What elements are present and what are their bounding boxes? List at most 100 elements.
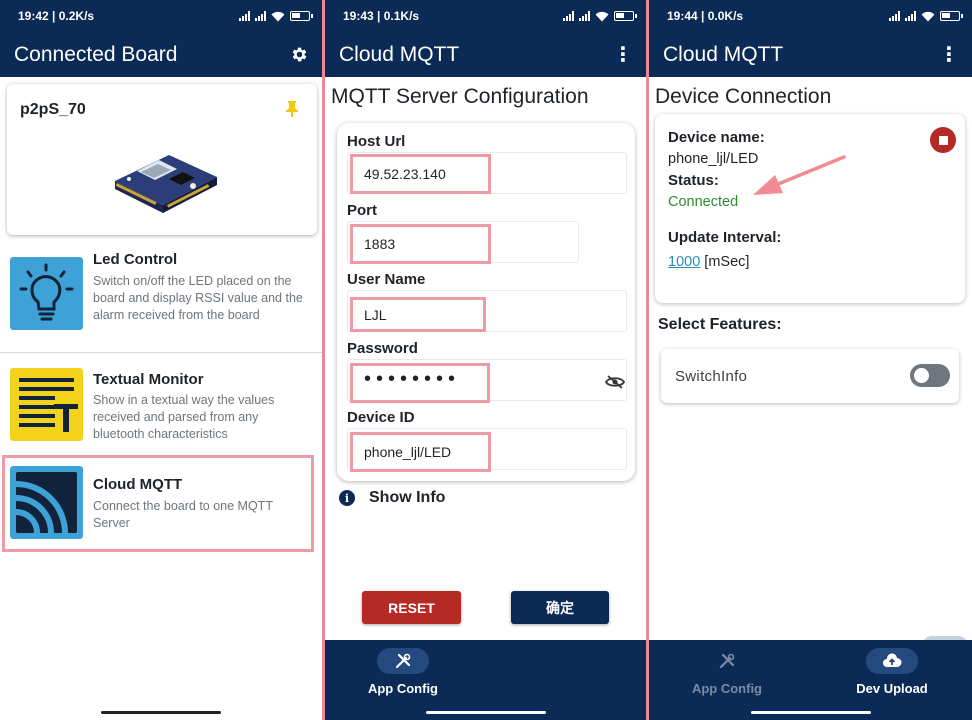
home-indicator (750, 711, 871, 714)
annotation-arrow (753, 155, 846, 195)
show-info-toggle[interactable]: i Show Info (339, 489, 445, 507)
wifi-icon (271, 11, 285, 21)
nav-pill (866, 648, 918, 674)
signal-icon (905, 11, 916, 21)
home-indicator (101, 711, 221, 714)
bottom-nav: App Config (325, 640, 646, 720)
status-time: 19:42 | 0.2K/s (18, 9, 95, 23)
status-bar: 19:42 | 0.2K/s (0, 0, 322, 32)
nav-pill (701, 648, 753, 674)
settings-button[interactable] (288, 44, 310, 66)
switch-info-card: SwitchInfo (661, 349, 959, 403)
home-indicator (425, 711, 546, 714)
host-url-label: Host Url (347, 133, 406, 150)
nav-app-config[interactable]: App Config (338, 648, 468, 696)
signal-icon (889, 11, 900, 21)
device-card: Device name: phone_ljl/LED Status: Conne… (655, 114, 965, 303)
confirm-button[interactable]: 确定 (511, 591, 609, 624)
info-icon: i (339, 490, 355, 506)
status-value: Connected (668, 194, 739, 210)
nav-label: Dev Upload (856, 681, 928, 696)
show-info-label: Show Info (369, 489, 446, 506)
status-time: 19:43 | 0.1K/s (343, 9, 420, 23)
connected-board-screen: 19:42 | 0.2K/s Connected Board p2pS_70 L… (0, 0, 322, 720)
more-vertical-icon[interactable]: ⋮ (612, 44, 634, 66)
feature-description: Connect the board to one MQTT Server (93, 499, 273, 530)
eye-off-icon[interactable] (605, 375, 625, 389)
page-title: Connected Board (14, 42, 178, 66)
bottom-nav: App Config Dev Upload (649, 640, 972, 720)
board-name: p2pS_70 (20, 101, 86, 118)
update-interval-label: Update Interval: (668, 229, 782, 246)
wifi-icon (595, 11, 609, 21)
status-icons (889, 11, 963, 22)
nav-app-config[interactable]: App Config (662, 648, 792, 696)
feature-cloud-mqtt[interactable]: Cloud MQTT Connect the board to one MQTT… (0, 458, 322, 550)
nav-label: App Config (691, 681, 763, 696)
page-title: Cloud MQTT (663, 42, 784, 66)
feature-title: Textual Monitor (93, 371, 204, 388)
device-connection-screen: 19:44 | 0.0K/s Cloud MQTT ⋮ Device Conne… (649, 0, 972, 720)
update-interval-row: 1000 [mSec] (668, 254, 749, 270)
device-id-input[interactable] (353, 437, 483, 467)
status-label: Status: (668, 172, 719, 189)
gear-icon (292, 47, 306, 62)
wifi-icon (921, 11, 935, 21)
more-vertical-icon[interactable]: ⋮ (938, 44, 960, 66)
section-title: MQTT Server Configuration (331, 85, 589, 108)
password-label: Password (347, 340, 418, 357)
switch-info-toggle[interactable] (910, 364, 950, 387)
select-features-title: Select Features: (658, 316, 782, 333)
battery-icon (614, 11, 637, 21)
signal-icon (579, 11, 590, 21)
app-bar: Connected Board (0, 32, 322, 77)
device-name-value: phone_ljl/LED (668, 151, 759, 167)
switch-info-label: SwitchInfo (675, 368, 748, 385)
text-lines-icon (10, 368, 83, 441)
reset-button[interactable]: RESET (362, 591, 461, 624)
update-interval-value[interactable]: 1000 (668, 254, 700, 270)
tools-icon (395, 653, 411, 669)
section-title: Device Connection (655, 85, 832, 108)
signal-waves-icon (10, 466, 83, 539)
status-icons (239, 11, 313, 22)
feature-led-control[interactable]: Led Control Switch on/off the LED placed… (0, 243, 322, 350)
page-title: Cloud MQTT (339, 42, 460, 66)
feature-textual-monitor[interactable]: Textual Monitor Show in a textual way th… (0, 353, 322, 453)
user-name-input[interactable] (353, 300, 478, 330)
nav-pill (377, 648, 429, 674)
feature-description: Switch on/off the LED placed on the boar… (93, 274, 303, 322)
update-interval-unit: [mSec] (704, 254, 750, 270)
battery-icon (940, 11, 963, 21)
status-icons (563, 11, 637, 22)
signal-icon (255, 11, 266, 21)
device-id-label: Device ID (347, 409, 415, 426)
config-card: Host Url Port User Name Password •••••••… (337, 123, 635, 481)
cloud-upload-icon (883, 653, 902, 667)
port-label: Port (347, 202, 377, 219)
user-name-label: User Name (347, 271, 426, 288)
battery-icon (290, 11, 313, 21)
device-name-label: Device name: (668, 129, 765, 146)
board-card[interactable]: p2pS_70 (7, 84, 317, 235)
password-input[interactable]: •••••••• (364, 368, 460, 391)
signal-icon (239, 11, 250, 21)
tools-icon (719, 653, 735, 669)
lightbulb-icon (10, 257, 83, 330)
feature-description: Show in a textual way the values receive… (93, 393, 275, 441)
port-input[interactable] (353, 229, 483, 259)
pin-icon[interactable] (285, 100, 299, 118)
host-url-input[interactable] (353, 159, 483, 189)
app-bar: Cloud MQTT ⋮ (325, 32, 646, 77)
status-bar: 19:44 | 0.0K/s (649, 0, 972, 32)
feature-title: Cloud MQTT (93, 476, 183, 493)
feature-title: Led Control (93, 251, 178, 268)
stop-icon[interactable] (930, 127, 956, 153)
mqtt-config-screen: 19:43 | 0.1K/s Cloud MQTT ⋮ MQTT Server … (325, 0, 646, 720)
nav-label: App Config (367, 681, 439, 696)
status-time: 19:44 | 0.0K/s (667, 9, 744, 23)
signal-icon (563, 11, 574, 21)
status-bar: 19:43 | 0.1K/s (325, 0, 646, 32)
board-image (115, 155, 217, 213)
nav-dev-upload[interactable]: Dev Upload (827, 648, 957, 696)
